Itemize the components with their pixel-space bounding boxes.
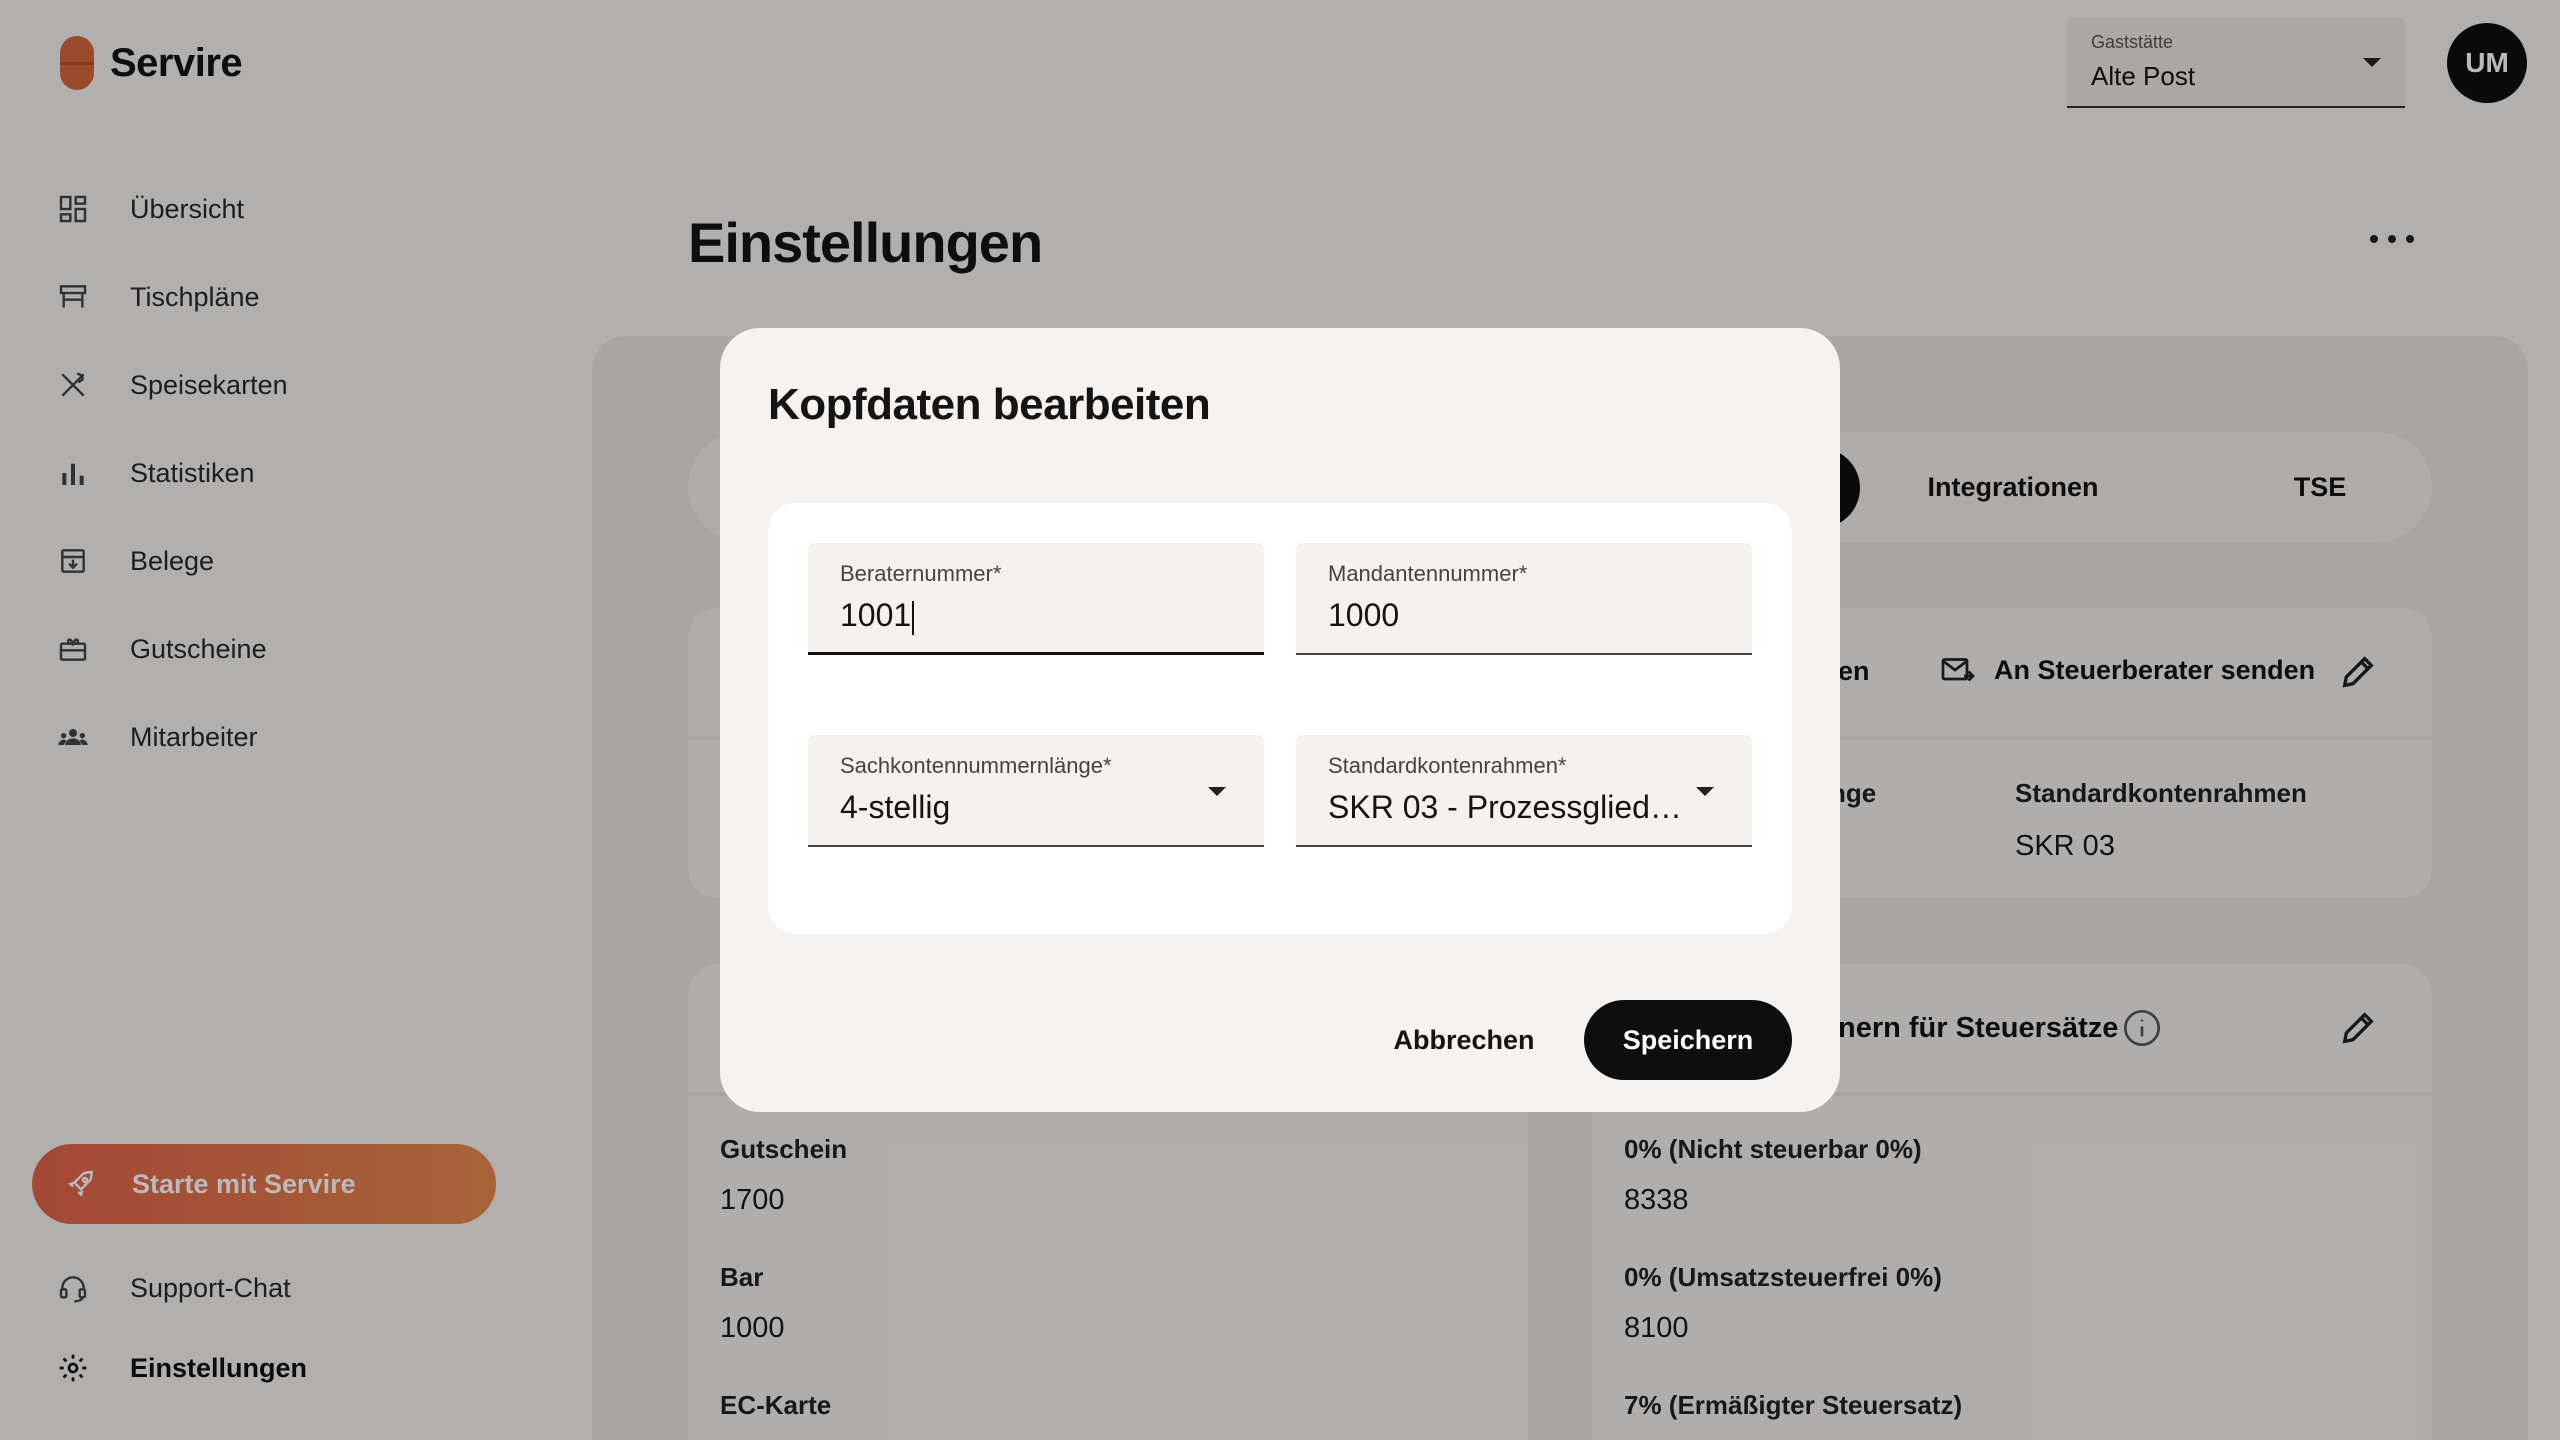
dialog-form: Beraternummer* 1001 Mandantennummer* 100… (768, 503, 1792, 934)
save-button[interactable]: Speichern (1584, 1000, 1792, 1080)
field-label: Beraternummer* (840, 561, 1002, 586)
standardkontenrahmen-select[interactable]: Standardkontenrahmen* SKR 03 - Prozessgl… (1296, 735, 1752, 847)
field-value: 1000 (1328, 597, 1400, 633)
cancel-button[interactable]: Abbrechen (1392, 1000, 1536, 1080)
field-value: 1001 (840, 597, 1200, 635)
field-label: Standardkontenrahmen* (1328, 753, 1567, 778)
field-label: Sachkontennummernlänge* (840, 753, 1112, 778)
field-value: 4-stellig (840, 789, 951, 825)
field-label: Mandantennummer* (1328, 561, 1528, 586)
chevron-down-icon (1696, 787, 1714, 796)
dialog-title: Kopfdaten bearbeiten (768, 380, 1211, 429)
chevron-down-icon (1208, 787, 1226, 796)
beraternummer-field[interactable]: Beraternummer* 1001 (808, 543, 1264, 655)
mandantennummer-field[interactable]: Mandantennummer* 1000 (1296, 543, 1752, 655)
field-value: SKR 03 - Prozessgliederu... (1328, 789, 1688, 825)
sachkontennummernlaenge-select[interactable]: Sachkontennummernlänge* 4-stellig (808, 735, 1264, 847)
edit-header-data-dialog: Kopfdaten bearbeiten Beraternummer* 1001… (720, 328, 1840, 1112)
